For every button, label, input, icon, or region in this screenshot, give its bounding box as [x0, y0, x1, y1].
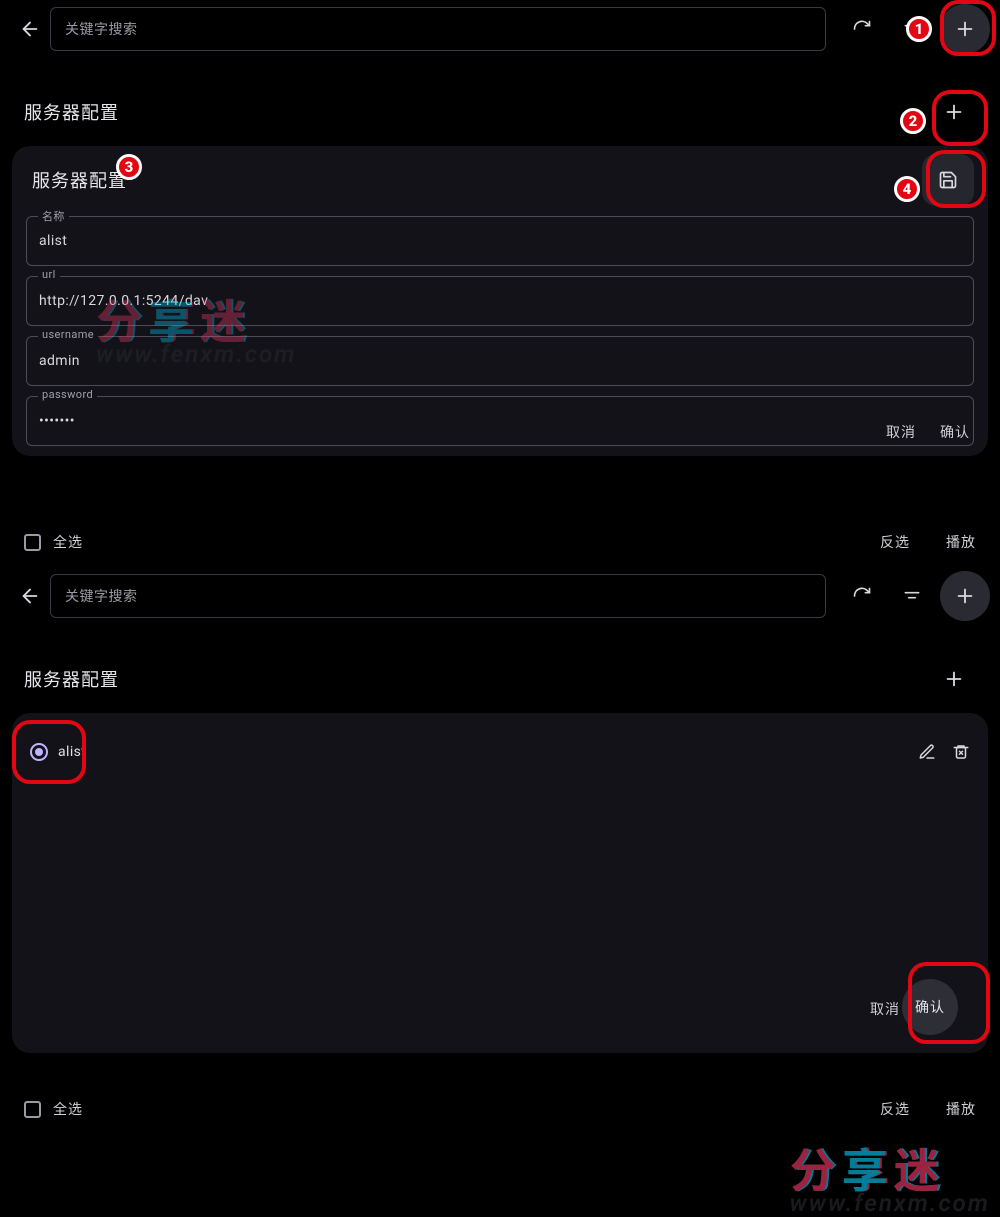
section-header: 服务器配置 — [0, 58, 1000, 136]
top-toolbar: 关键字搜索 — [0, 567, 1000, 625]
filter-icon — [902, 586, 922, 606]
add-button[interactable] — [940, 571, 990, 621]
password-field[interactable]: ••••••• — [26, 396, 974, 446]
arrow-left-icon — [19, 18, 41, 40]
invert-selection[interactable]: 反选 — [880, 532, 910, 552]
cancel-button[interactable]: 取消 — [886, 422, 916, 442]
refresh-icon — [852, 19, 872, 39]
select-all-checkbox[interactable] — [24, 1101, 41, 1118]
plus-icon — [954, 18, 976, 40]
edit-icon — [918, 743, 936, 761]
card-actions: 取消 确认 — [886, 422, 970, 442]
refresh-button[interactable] — [840, 7, 884, 51]
back-button[interactable] — [10, 585, 50, 607]
select-all-label[interactable]: 全选 — [53, 532, 83, 552]
section-add-button[interactable] — [932, 657, 976, 701]
confirm-fab[interactable]: 确认 — [902, 979, 958, 1035]
field-label-username: username — [38, 328, 98, 341]
watermark: 分享迷 www.fenxm.com — [790, 1149, 990, 1215]
back-button[interactable] — [10, 18, 50, 40]
filter-button[interactable] — [890, 7, 934, 51]
search-input[interactable]: 关键字搜索 — [50, 7, 826, 51]
field-label-url: url — [38, 268, 60, 281]
arrow-left-icon — [19, 585, 41, 607]
select-all-checkbox[interactable] — [24, 534, 41, 551]
server-item-name: alist — [58, 744, 86, 760]
name-field[interactable]: alist — [26, 216, 974, 266]
url-field[interactable]: http://127.0.0.1:5244/dav — [26, 276, 974, 326]
screenshot-bottom: 关键字搜索 服务器配置 alist — [0, 567, 1000, 1133]
filter-button[interactable] — [890, 574, 934, 618]
add-button[interactable] — [940, 4, 990, 54]
refresh-icon — [852, 586, 872, 606]
plus-icon — [943, 101, 965, 123]
save-button[interactable] — [922, 154, 974, 206]
confirm-label: 确认 — [915, 997, 945, 1017]
server-config-card: 服务器配置 名称 alist url http://127.0.0.1:5244… — [12, 146, 988, 456]
toolbar-actions — [840, 4, 990, 54]
search-input[interactable]: 关键字搜索 — [50, 574, 826, 618]
bottom-toolbar: 全选 反选 播放 — [0, 1085, 1000, 1133]
server-list-card: alist 取消 确认 — [12, 713, 988, 1053]
cancel-button[interactable]: 取消 — [870, 999, 900, 1019]
plus-icon — [954, 585, 976, 607]
save-icon — [938, 170, 958, 190]
section-title: 服务器配置 — [24, 99, 119, 125]
section-header: 服务器配置 — [0, 625, 1000, 703]
edit-button[interactable] — [918, 743, 936, 761]
card-title: 服务器配置 — [32, 167, 127, 193]
section-title: 服务器配置 — [24, 666, 119, 692]
username-field[interactable]: admin — [26, 336, 974, 386]
select-all-label[interactable]: 全选 — [53, 1099, 83, 1119]
field-label-password: password — [38, 388, 97, 401]
radio-selected[interactable] — [30, 743, 48, 761]
top-toolbar: 关键字搜索 — [0, 0, 1000, 58]
play-button[interactable]: 播放 — [946, 532, 976, 552]
toolbar-actions — [840, 571, 990, 621]
delete-button[interactable] — [952, 743, 970, 761]
filter-icon — [902, 19, 922, 39]
section-add-button[interactable] — [932, 90, 976, 134]
plus-icon — [943, 668, 965, 690]
refresh-button[interactable] — [840, 574, 884, 618]
bottom-toolbar: 全选 反选 播放 — [0, 518, 1000, 566]
play-button[interactable]: 播放 — [946, 1099, 976, 1119]
server-list-item[interactable]: alist — [26, 735, 974, 769]
confirm-button[interactable]: 确认 — [940, 422, 970, 442]
screenshot-top: 关键字搜索 服务器配置 服务器配置 名称 alist — [0, 0, 1000, 567]
trash-icon — [952, 743, 970, 761]
field-label-name: 名称 — [38, 208, 69, 224]
invert-selection[interactable]: 反选 — [880, 1099, 910, 1119]
